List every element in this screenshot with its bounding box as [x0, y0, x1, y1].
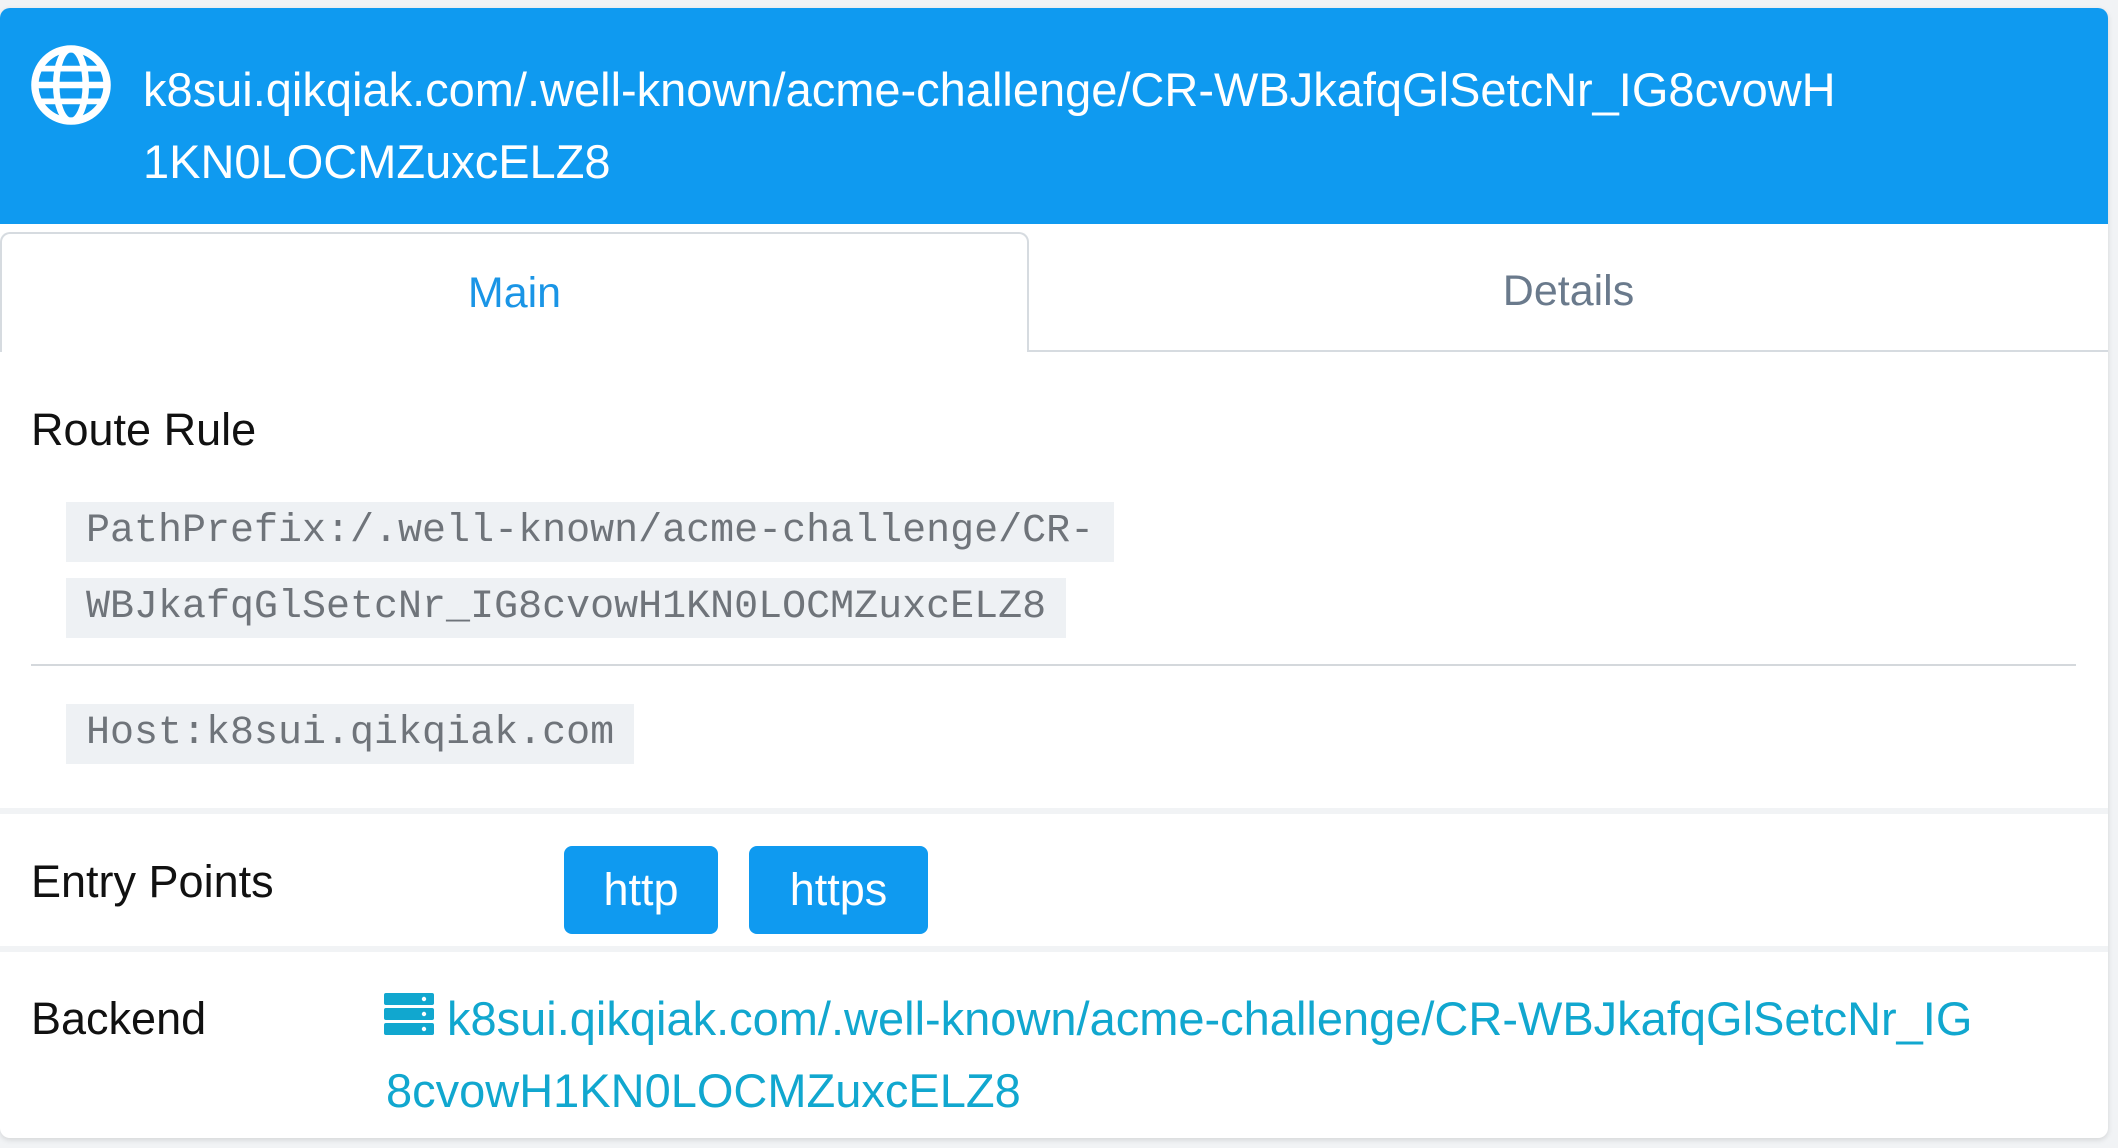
backend-label: Backend [31, 993, 207, 1044]
card-header: k8sui.qikqiak.com/.well-known/acme-chall… [0, 8, 2108, 224]
router-title: k8sui.qikqiak.com/.well-known/acme-chall… [143, 63, 1836, 188]
tab-bar: Main Details [0, 232, 2108, 354]
path-prefix-rule-line1: PathPrefix:/.well-known/acme-challenge/C… [66, 502, 1115, 562]
globe-icon [31, 45, 111, 125]
entry-points-label: Entry Points [31, 856, 274, 907]
entry-point-https[interactable]: https [749, 846, 928, 934]
row-separator [0, 946, 2108, 952]
backend-link[interactable]: k8sui.qikqiak.com/.well-known/acme-chall… [386, 983, 1986, 1127]
host-rule: Host:k8sui.qikqiak.com [66, 704, 635, 764]
tab-details[interactable]: Details [1029, 232, 2108, 352]
path-prefix-rule-line2: WBJkafqGlSetcNr_IG8cvowH1KN0LOCMZuxcELZ8 [66, 578, 1067, 638]
route-rule-label: Route Rule [31, 404, 257, 455]
entry-point-http[interactable]: http [564, 846, 718, 934]
rule-divider [31, 664, 2076, 666]
row-separator [0, 808, 2108, 814]
tab-main[interactable]: Main [0, 232, 1029, 352]
router-card: k8sui.qikqiak.com/.well-known/acme-chall… [0, 8, 2108, 1138]
